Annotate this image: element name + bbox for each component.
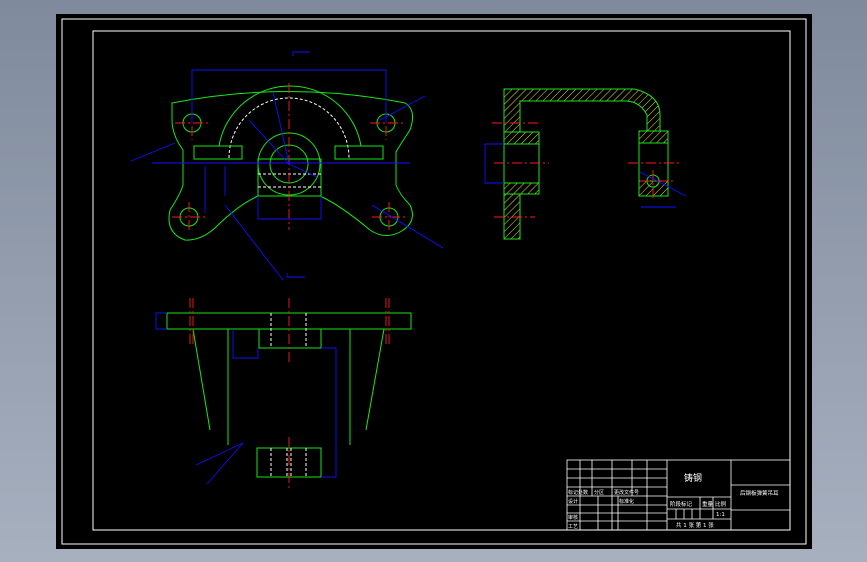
label-design: 设计: [568, 498, 578, 505]
cad-drawing: 铸钢 后钢板弹簧吊耳 标记处数 分区 更改文件号 设计 标准化 审核 工艺 阶段…: [56, 14, 812, 549]
label-scale: 比例: [715, 500, 727, 508]
label-stage: 阶段标记: [670, 500, 693, 508]
label-process: 工艺: [568, 524, 578, 530]
drawing-sheet: [56, 14, 812, 549]
sheet-count: 共 1 张 第 1 张: [676, 521, 714, 529]
label-standard: 标准化: [619, 498, 634, 505]
label-change-doc: 更改文件号: [614, 489, 639, 496]
drawing-name: 后钢板弹簧吊耳: [740, 489, 779, 497]
scale-value: 1:1: [716, 512, 725, 518]
material: 铸钢: [684, 472, 702, 484]
label-weight: 重量: [702, 500, 714, 508]
label-mark: 标记处数: [568, 489, 588, 496]
label-zone: 分区: [594, 489, 604, 496]
label-review: 审核: [568, 514, 578, 521]
